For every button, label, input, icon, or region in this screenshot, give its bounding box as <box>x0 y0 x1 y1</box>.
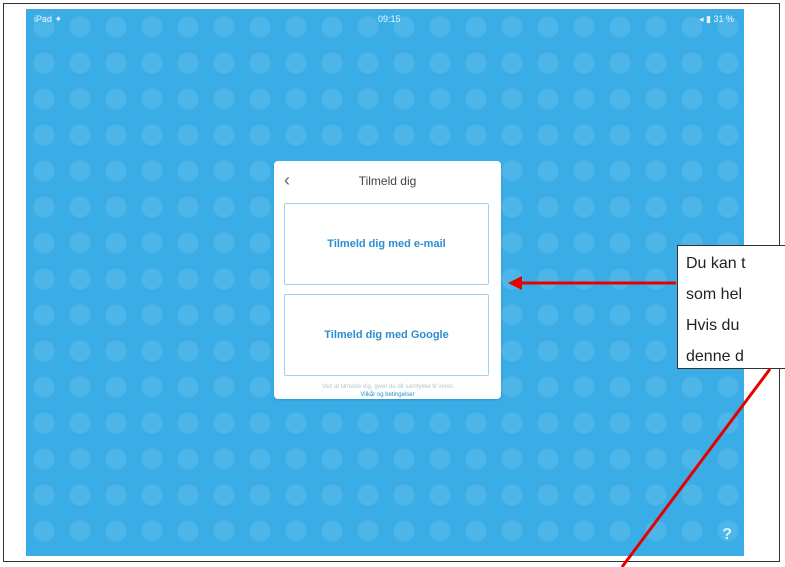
arrow-line-2 <box>620 368 772 567</box>
arrowhead <box>508 276 522 290</box>
annotation-arrows <box>508 276 772 567</box>
